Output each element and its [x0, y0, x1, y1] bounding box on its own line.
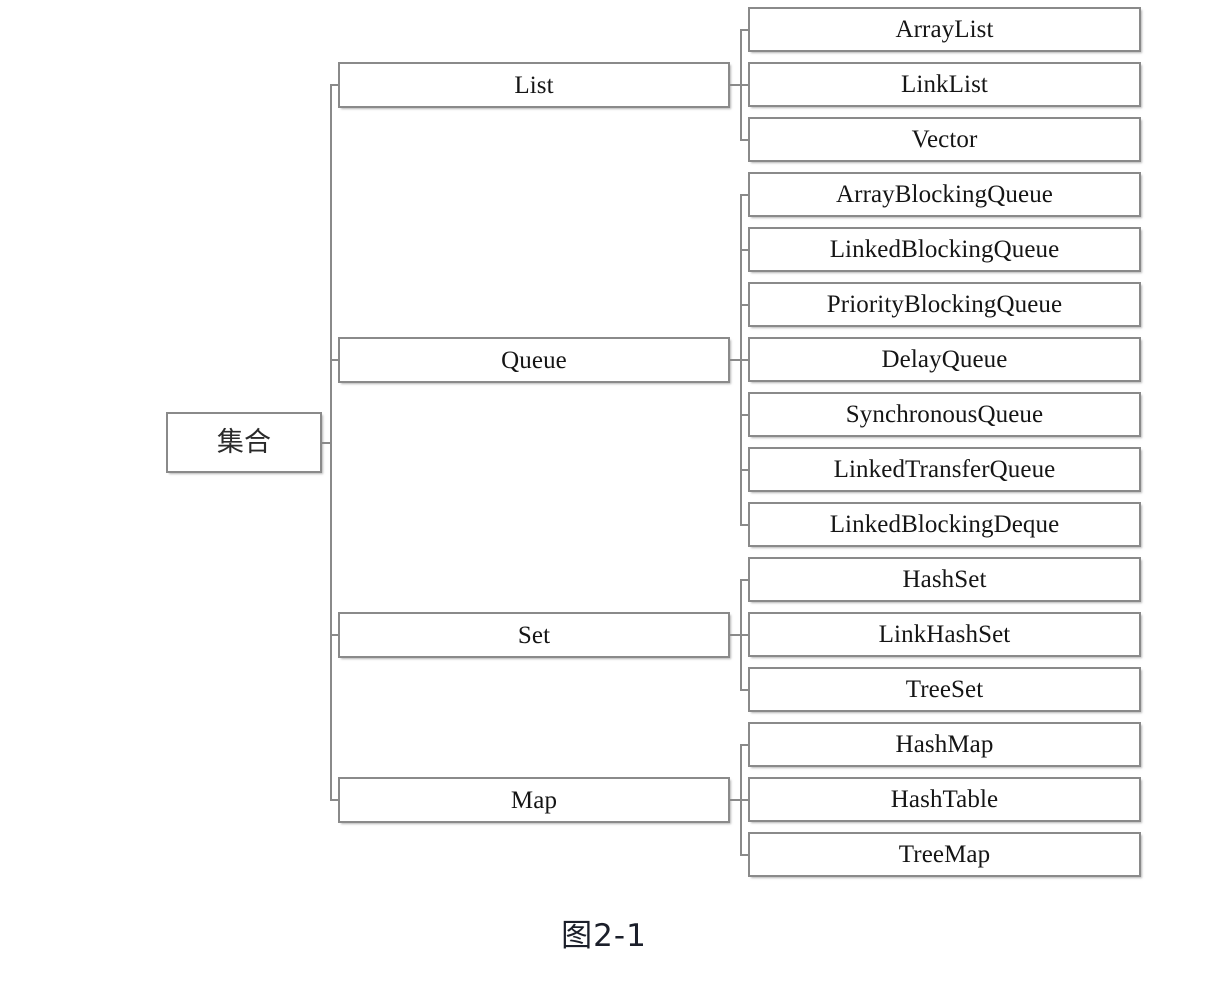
leaf-box-hashtable-label: HashTable	[890, 786, 999, 813]
leaf-box-linkedtransferqueue: LinkedTransferQueue	[748, 447, 1141, 492]
category-box-queue-label: Queue	[501, 346, 567, 374]
leaf-box-arrayblockingqueue: ArrayBlockingQueue	[748, 172, 1141, 217]
leaf-box-delayqueue-label: DelayQueue	[881, 346, 1008, 373]
leaf-box-hashmap-label: HashMap	[895, 731, 994, 758]
category-box-set: Set	[338, 612, 730, 658]
connector-list-to-children	[730, 84, 740, 86]
leaf-box-hashmap: HashMap	[748, 722, 1141, 767]
leaf-box-linkedblockingqueue-label: LinkedBlockingQueue	[829, 236, 1060, 263]
leaf-box-arrayblockingqueue-label: ArrayBlockingQueue	[835, 181, 1053, 208]
leaf-box-linkhashset: LinkHashSet	[748, 612, 1141, 657]
leaf-box-hashset-label: HashSet	[902, 566, 987, 593]
category-box-list: List	[338, 62, 730, 108]
category-box-list-label: List	[514, 71, 554, 99]
leaf-box-synchronousqueue-label: SynchronousQueue	[845, 401, 1044, 428]
connector-map-to-children	[730, 799, 740, 801]
category-box-set-label: Set	[517, 621, 551, 649]
leaf-box-hashtable: HashTable	[748, 777, 1141, 822]
leaf-box-linkedblockingdeque: LinkedBlockingDeque	[748, 502, 1141, 547]
leaf-box-linkedblockingqueue: LinkedBlockingQueue	[748, 227, 1141, 272]
leaf-box-hashset: HashSet	[748, 557, 1141, 602]
leaf-box-treemap: TreeMap	[748, 832, 1141, 877]
leaf-box-vector: Vector	[748, 117, 1141, 162]
connector-set-to-children	[730, 634, 740, 636]
leaf-box-arraylist: ArrayList	[748, 7, 1141, 52]
root-box: 集合	[166, 412, 322, 473]
leaf-box-priorityblockingqueue-label: PriorityBlockingQueue	[826, 291, 1063, 318]
connector-trunk-queue	[740, 194, 742, 525]
leaf-box-linkedblockingdeque-label: LinkedBlockingDeque	[829, 511, 1060, 538]
leaf-box-arraylist-label: ArrayList	[895, 16, 994, 43]
leaf-box-treemap-label: TreeMap	[898, 841, 991, 868]
figure-caption: 图2-1	[561, 918, 647, 954]
leaf-box-linkhashset-label: LinkHashSet	[878, 621, 1011, 648]
collection-hierarchy-diagram: ArrayList LinkList Vector List ArrayBlocking…	[0, 0, 1208, 986]
leaf-box-synchronousqueue: SynchronousQueue	[748, 392, 1141, 437]
leaf-box-priorityblockingqueue: PriorityBlockingQueue	[748, 282, 1141, 327]
connector-trunk-list	[740, 29, 742, 140]
root-box-label: 集合	[216, 427, 272, 458]
category-box-queue: Queue	[338, 337, 730, 383]
connector-queue-to-children	[730, 359, 740, 361]
leaf-box-linkedtransferqueue-label: LinkedTransferQueue	[833, 456, 1056, 483]
leaf-box-linklist: LinkList	[748, 62, 1141, 107]
leaf-box-treeset-label: TreeSet	[905, 676, 984, 703]
connector-trunk-set	[740, 579, 742, 690]
connector-root-stub	[322, 442, 332, 444]
category-box-map: Map	[338, 777, 730, 823]
leaf-box-treeset: TreeSet	[748, 667, 1141, 712]
leaf-box-delayqueue: DelayQueue	[748, 337, 1141, 382]
connector-trunk-map	[740, 744, 742, 855]
leaf-box-vector-label: Vector	[911, 126, 978, 153]
category-box-map-label: Map	[510, 786, 558, 814]
leaf-box-linklist-label: LinkList	[901, 71, 988, 98]
